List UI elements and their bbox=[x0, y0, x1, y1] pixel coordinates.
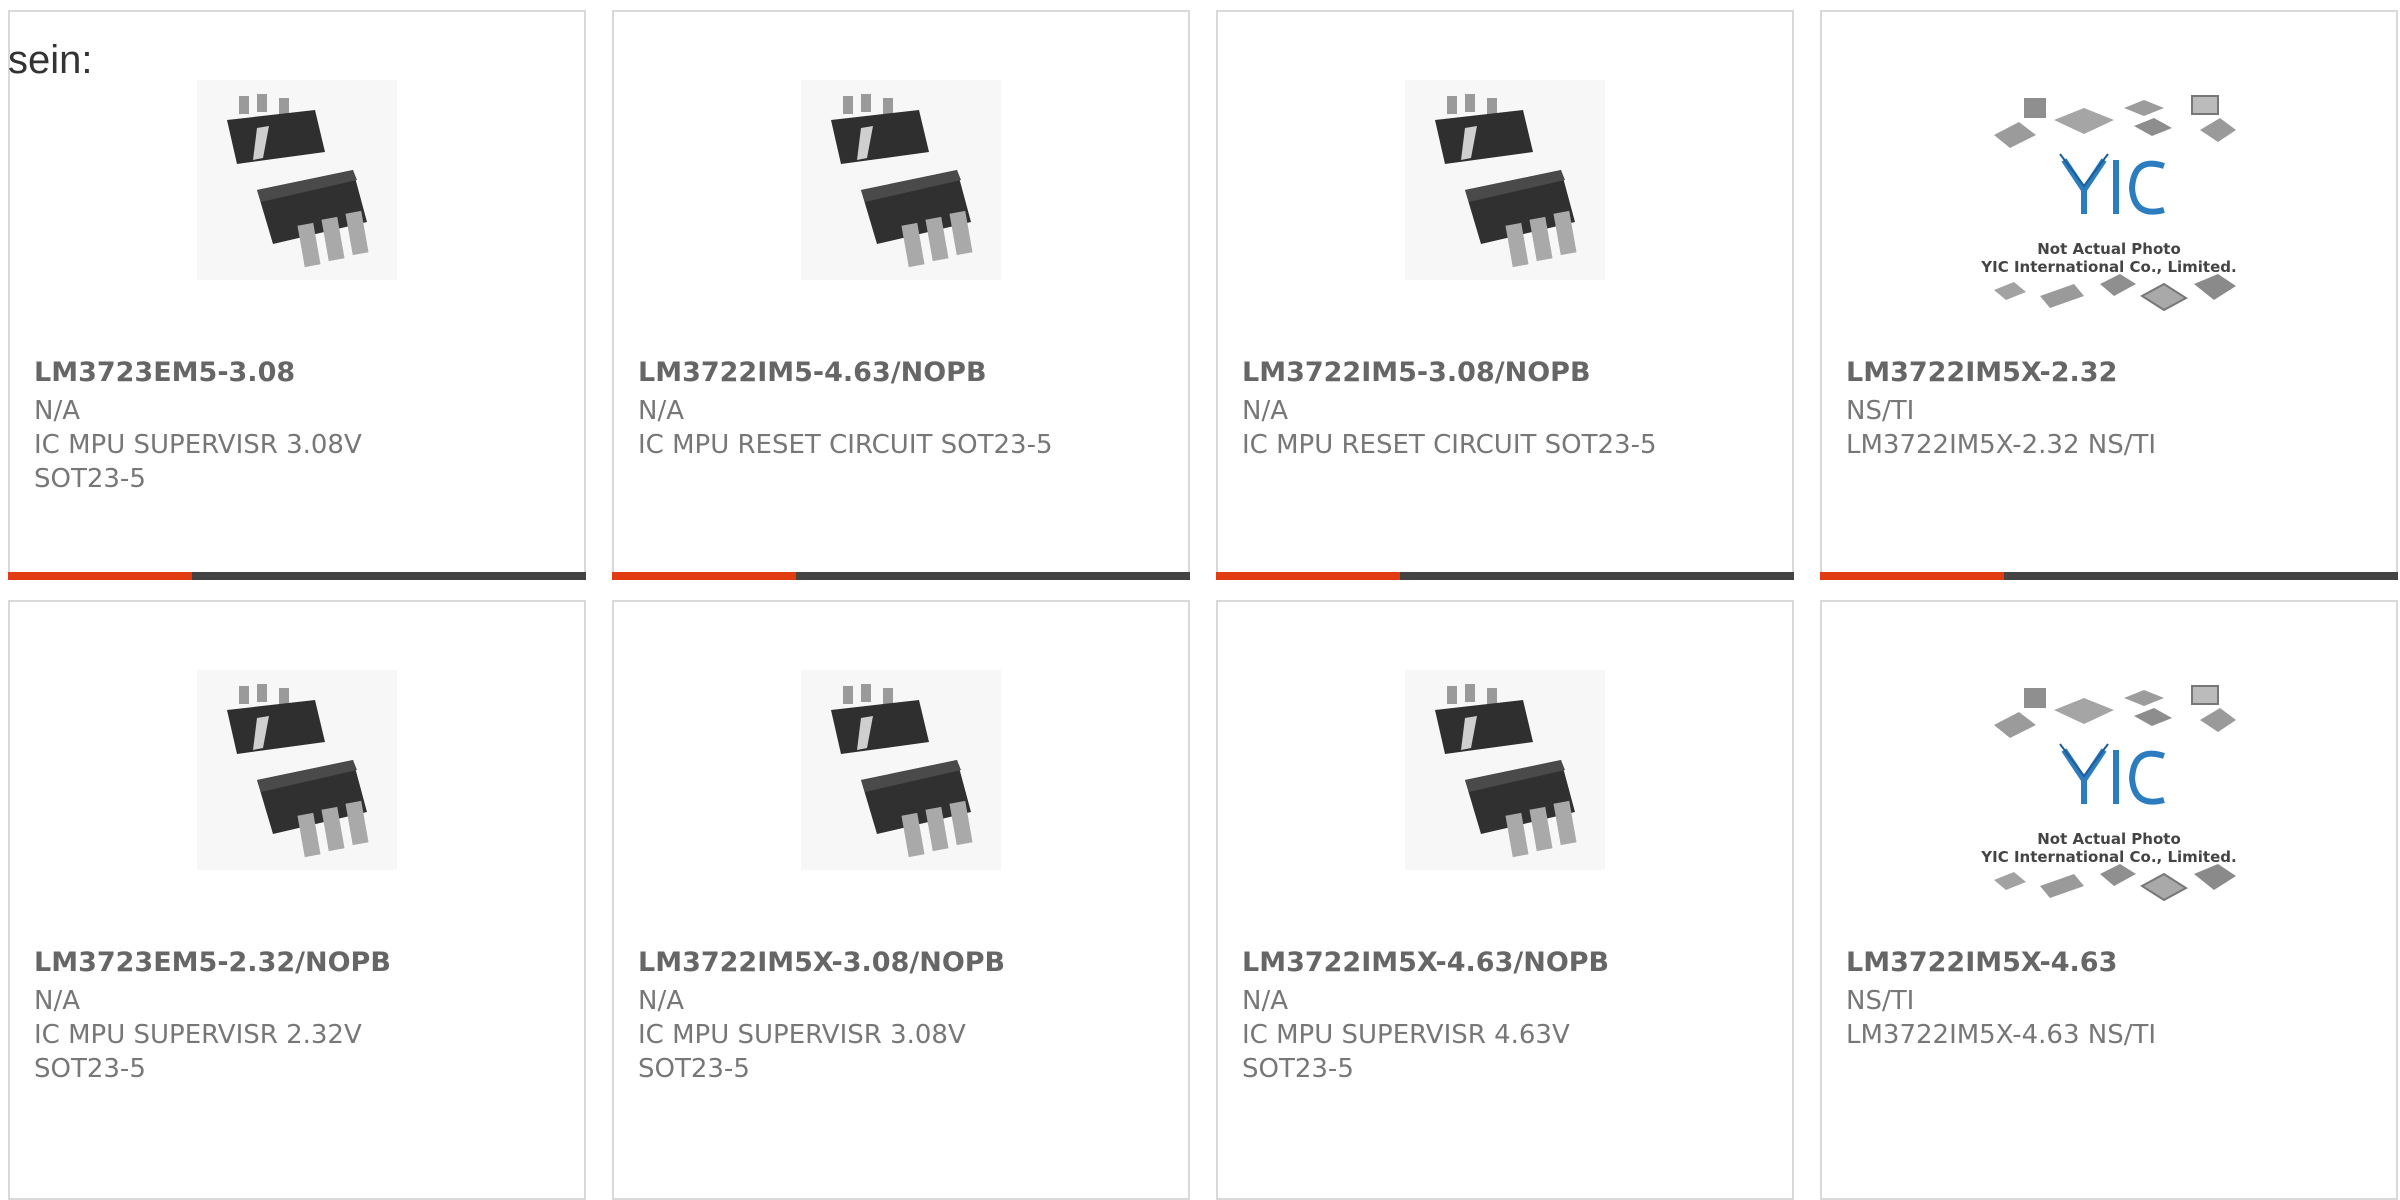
part-number[interactable]: LM3722IM5X-4.63 bbox=[1846, 946, 2380, 980]
product-grid: LM3723EM5-3.08 N/A IC MPU SUPERVISR 3.08… bbox=[0, 0, 2400, 1200]
product-card[interactable]: LM3722IM5-4.63/NOPB N/A IC MPU RESET CIR… bbox=[612, 10, 1190, 580]
manufacturer: N/A bbox=[34, 396, 80, 426]
product-card[interactable]: LM3723EM5-2.32/NOPB N/A IC MPU SUPERVISR… bbox=[8, 600, 586, 1200]
sot23-chip-icon[interactable] bbox=[1405, 80, 1605, 280]
sot23-chip-icon[interactable] bbox=[801, 670, 1001, 870]
package: SOT23-5 bbox=[1242, 1054, 1354, 1084]
sot23-chip-icon[interactable] bbox=[801, 80, 1001, 280]
intro-text: sein: bbox=[8, 38, 93, 82]
manufacturer: N/A bbox=[1242, 396, 1288, 426]
photo-note: Not Actual Photo bbox=[2037, 240, 2181, 258]
card-accent-bar bbox=[612, 572, 1190, 580]
manufacturer: N/A bbox=[638, 396, 684, 426]
manufacturer: N/A bbox=[34, 986, 80, 1016]
manufacturer: N/A bbox=[1242, 986, 1288, 1016]
description: IC MPU RESET CIRCUIT SOT23-5 bbox=[1242, 430, 1657, 460]
package: SOT23-5 bbox=[34, 1054, 146, 1084]
photo-company: YIC International Co., Limited. bbox=[1981, 258, 2237, 276]
product-card[interactable]: LM3722IM5-3.08/NOPB N/A IC MPU RESET CIR… bbox=[1216, 10, 1794, 580]
yic-logo-icon bbox=[1974, 90, 2244, 330]
card-accent-bar bbox=[1216, 572, 1794, 580]
manufacturer: NS/TI bbox=[1846, 986, 1915, 1016]
sot23-chip-icon[interactable] bbox=[1405, 670, 1605, 870]
package: SOT23-5 bbox=[638, 1054, 750, 1084]
description: IC MPU SUPERVISR 3.08V bbox=[638, 1020, 966, 1050]
manufacturer: NS/TI bbox=[1846, 396, 1915, 426]
description: LM3722IM5X-2.32 NS/TI bbox=[1846, 430, 2157, 460]
description: IC MPU RESET CIRCUIT SOT23-5 bbox=[638, 430, 1053, 460]
description: IC MPU SUPERVISR 2.32V bbox=[34, 1020, 362, 1050]
description: LM3722IM5X-4.63 NS/TI bbox=[1846, 1020, 2157, 1050]
card-accent-bar bbox=[1820, 572, 2398, 580]
yic-logo-icon bbox=[1974, 680, 2244, 920]
product-card[interactable]: Not Actual Photo YIC International Co., … bbox=[1820, 10, 2398, 580]
photo-company: YIC International Co., Limited. bbox=[1981, 848, 2237, 866]
sot23-chip-icon[interactable] bbox=[197, 80, 397, 280]
card-accent-bar bbox=[8, 572, 586, 580]
photo-note: Not Actual Photo bbox=[2037, 830, 2181, 848]
not-actual-photo-image[interactable]: Not Actual Photo YIC International Co., … bbox=[1974, 90, 2244, 330]
package: SOT23-5 bbox=[34, 464, 146, 494]
manufacturer: N/A bbox=[638, 986, 684, 1016]
product-card[interactable]: LM3723EM5-3.08 N/A IC MPU SUPERVISR 3.08… bbox=[8, 10, 586, 580]
product-card[interactable]: Not Actual Photo YIC International Co., … bbox=[1820, 600, 2398, 1200]
sot23-chip-icon[interactable] bbox=[197, 670, 397, 870]
not-actual-photo-image[interactable]: Not Actual Photo YIC International Co., … bbox=[1974, 680, 2244, 920]
description: IC MPU SUPERVISR 3.08V bbox=[34, 430, 362, 460]
product-card[interactable]: LM3722IM5X-3.08/NOPB N/A IC MPU SUPERVIS… bbox=[612, 600, 1190, 1200]
part-number[interactable]: LM3722IM5-3.08/NOPB bbox=[1242, 356, 1776, 390]
description: IC MPU SUPERVISR 4.63V bbox=[1242, 1020, 1570, 1050]
part-number[interactable]: LM3722IM5X-2.32 bbox=[1846, 356, 2380, 390]
part-number[interactable]: LM3722IM5X-4.63/NOPB bbox=[1242, 946, 1776, 980]
product-card[interactable]: LM3722IM5X-4.63/NOPB N/A IC MPU SUPERVIS… bbox=[1216, 600, 1794, 1200]
part-number[interactable]: LM3723EM5-3.08 bbox=[34, 356, 568, 390]
part-number[interactable]: LM3723EM5-2.32/NOPB bbox=[34, 946, 568, 980]
part-number[interactable]: LM3722IM5X-3.08/NOPB bbox=[638, 946, 1172, 980]
part-number[interactable]: LM3722IM5-4.63/NOPB bbox=[638, 356, 1172, 390]
